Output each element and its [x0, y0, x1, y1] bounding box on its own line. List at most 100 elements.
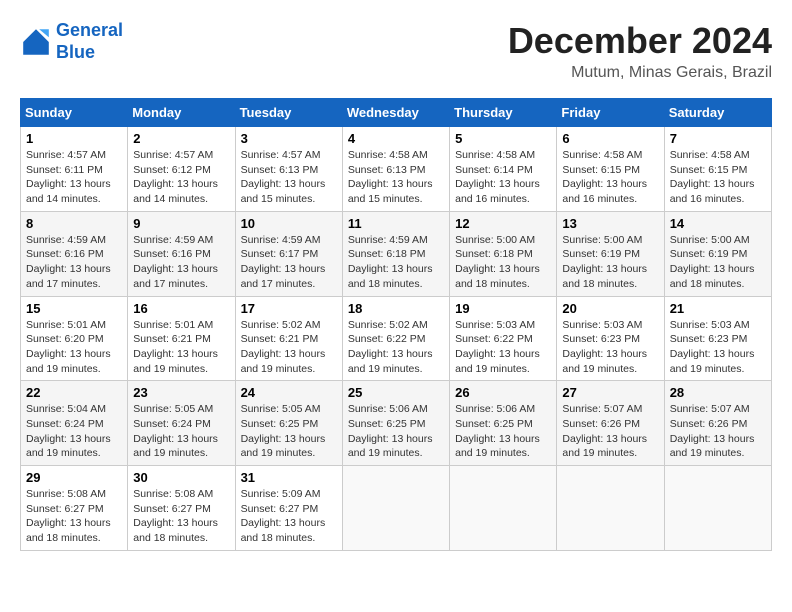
day-number: 20 — [562, 301, 658, 316]
calendar-cell: 7 Sunrise: 4:58 AM Sunset: 6:15 PM Daylig… — [664, 127, 771, 212]
day-number: 6 — [562, 131, 658, 146]
calendar-week-row: 1Sunrise: 4:57 AM Sunset: 6:11 PM Daylig… — [21, 127, 772, 212]
calendar-cell — [342, 466, 449, 551]
weekday-header-tuesday: Tuesday — [235, 99, 342, 127]
calendar-cell — [450, 466, 557, 551]
day-info: Sunrise: 4:58 AM Sunset: 6:15 PM Dayligh… — [562, 148, 658, 207]
day-number: 31 — [241, 470, 337, 485]
weekday-header-monday: Monday — [128, 99, 235, 127]
day-info: Sunrise: 5:02 AM Sunset: 6:22 PM Dayligh… — [348, 318, 444, 377]
calendar-cell: 31 Sunrise: 5:09 AM Sunset: 6:27 PM Dayli… — [235, 466, 342, 551]
calendar-cell: 3 Sunrise: 4:57 AM Sunset: 6:13 PM Daylig… — [235, 127, 342, 212]
day-number: 2 — [133, 131, 229, 146]
day-number: 10 — [241, 216, 337, 231]
calendar-cell: 24Sunrise: 5:05 AM Sunset: 6:25 PM Dayli… — [235, 381, 342, 466]
day-info: Sunrise: 5:09 AM Sunset: 6:27 PM Dayligh… — [241, 487, 337, 546]
location: Mutum, Minas Gerais, Brazil — [508, 64, 772, 82]
day-info: Sunrise: 4:59 AM Sunset: 6:18 PM Dayligh… — [348, 233, 444, 292]
calendar-cell: 17 Sunrise: 5:02 AM Sunset: 6:21 PM Dayli… — [235, 296, 342, 381]
day-info: Sunrise: 5:07 AM Sunset: 6:26 PM Dayligh… — [670, 402, 766, 461]
day-info: Sunrise: 5:00 AM Sunset: 6:18 PM Dayligh… — [455, 233, 551, 292]
logo-line2: Blue — [56, 42, 95, 62]
weekday-header-saturday: Saturday — [664, 99, 771, 127]
day-number: 4 — [348, 131, 444, 146]
day-number: 21 — [670, 301, 766, 316]
calendar-cell: 30 Sunrise: 5:08 AM Sunset: 6:27 PM Dayli… — [128, 466, 235, 551]
calendar-cell: 1Sunrise: 4:57 AM Sunset: 6:11 PM Daylig… — [21, 127, 128, 212]
calendar-cell: 14 Sunrise: 5:00 AM Sunset: 6:19 PM Dayli… — [664, 211, 771, 296]
calendar-week-row: 29 Sunrise: 5:08 AM Sunset: 6:27 PM Dayli… — [21, 466, 772, 551]
month-title: December 2024 — [508, 20, 772, 62]
calendar-cell: 22Sunrise: 5:04 AM Sunset: 6:24 PM Dayli… — [21, 381, 128, 466]
day-number: 16 — [133, 301, 229, 316]
calendar-cell: 26 Sunrise: 5:06 AM Sunset: 6:25 PM Dayli… — [450, 381, 557, 466]
calendar-cell: 25 Sunrise: 5:06 AM Sunset: 6:25 PM Dayli… — [342, 381, 449, 466]
day-number: 3 — [241, 131, 337, 146]
logo-line1: General — [56, 20, 123, 40]
day-number: 9 — [133, 216, 229, 231]
day-info: Sunrise: 5:05 AM Sunset: 6:24 PM Dayligh… — [133, 402, 229, 461]
calendar-cell: 11 Sunrise: 4:59 AM Sunset: 6:18 PM Dayli… — [342, 211, 449, 296]
calendar-week-row: 22Sunrise: 5:04 AM Sunset: 6:24 PM Dayli… — [21, 381, 772, 466]
calendar-cell: 16Sunrise: 5:01 AM Sunset: 6:21 PM Dayli… — [128, 296, 235, 381]
weekday-header-wednesday: Wednesday — [342, 99, 449, 127]
calendar-week-row: 8Sunrise: 4:59 AM Sunset: 6:16 PM Daylig… — [21, 211, 772, 296]
calendar-cell — [664, 466, 771, 551]
day-number: 15 — [26, 301, 122, 316]
day-number: 26 — [455, 385, 551, 400]
weekday-header-row: SundayMondayTuesdayWednesdayThursdayFrid… — [21, 99, 772, 127]
day-number: 19 — [455, 301, 551, 316]
title-block: December 2024 Mutum, Minas Gerais, Brazi… — [508, 20, 772, 82]
day-number: 22 — [26, 385, 122, 400]
page-header: General Blue December 2024 Mutum, Minas … — [20, 20, 772, 82]
day-number: 17 — [241, 301, 337, 316]
logo-icon — [20, 26, 52, 58]
day-number: 30 — [133, 470, 229, 485]
day-info: Sunrise: 4:58 AM Sunset: 6:13 PM Dayligh… — [348, 148, 444, 207]
calendar-cell: 13Sunrise: 5:00 AM Sunset: 6:19 PM Dayli… — [557, 211, 664, 296]
day-number: 25 — [348, 385, 444, 400]
day-number: 23 — [133, 385, 229, 400]
day-info: Sunrise: 4:58 AM Sunset: 6:14 PM Dayligh… — [455, 148, 551, 207]
calendar-cell: 27 Sunrise: 5:07 AM Sunset: 6:26 PM Dayli… — [557, 381, 664, 466]
day-number: 11 — [348, 216, 444, 231]
calendar-cell: 18 Sunrise: 5:02 AM Sunset: 6:22 PM Dayli… — [342, 296, 449, 381]
day-number: 29 — [26, 470, 122, 485]
day-info: Sunrise: 5:03 AM Sunset: 6:23 PM Dayligh… — [670, 318, 766, 377]
day-info: Sunrise: 4:59 AM Sunset: 6:17 PM Dayligh… — [241, 233, 337, 292]
calendar-cell: 10 Sunrise: 4:59 AM Sunset: 6:17 PM Dayli… — [235, 211, 342, 296]
calendar-cell: 19Sunrise: 5:03 AM Sunset: 6:22 PM Dayli… — [450, 296, 557, 381]
day-info: Sunrise: 5:07 AM Sunset: 6:26 PM Dayligh… — [562, 402, 658, 461]
day-number: 7 — [670, 131, 766, 146]
day-number: 18 — [348, 301, 444, 316]
calendar-cell: 23 Sunrise: 5:05 AM Sunset: 6:24 PM Dayli… — [128, 381, 235, 466]
logo: General Blue — [20, 20, 123, 63]
day-info: Sunrise: 5:03 AM Sunset: 6:23 PM Dayligh… — [562, 318, 658, 377]
day-info: Sunrise: 5:01 AM Sunset: 6:20 PM Dayligh… — [26, 318, 122, 377]
calendar-cell: 29 Sunrise: 5:08 AM Sunset: 6:27 PM Dayli… — [21, 466, 128, 551]
day-info: Sunrise: 5:06 AM Sunset: 6:25 PM Dayligh… — [348, 402, 444, 461]
day-info: Sunrise: 4:59 AM Sunset: 6:16 PM Dayligh… — [26, 233, 122, 292]
calendar-cell: 4 Sunrise: 4:58 AM Sunset: 6:13 PM Daylig… — [342, 127, 449, 212]
calendar-cell: 28Sunrise: 5:07 AM Sunset: 6:26 PM Dayli… — [664, 381, 771, 466]
day-info: Sunrise: 5:00 AM Sunset: 6:19 PM Dayligh… — [670, 233, 766, 292]
day-info: Sunrise: 4:59 AM Sunset: 6:16 PM Dayligh… — [133, 233, 229, 292]
day-number: 5 — [455, 131, 551, 146]
weekday-header-friday: Friday — [557, 99, 664, 127]
day-number: 12 — [455, 216, 551, 231]
day-info: Sunrise: 5:08 AM Sunset: 6:27 PM Dayligh… — [26, 487, 122, 546]
day-number: 1 — [26, 131, 122, 146]
day-info: Sunrise: 5:02 AM Sunset: 6:21 PM Dayligh… — [241, 318, 337, 377]
calendar-week-row: 15 Sunrise: 5:01 AM Sunset: 6:20 PM Dayli… — [21, 296, 772, 381]
day-info: Sunrise: 5:06 AM Sunset: 6:25 PM Dayligh… — [455, 402, 551, 461]
calendar-cell: 20 Sunrise: 5:03 AM Sunset: 6:23 PM Dayli… — [557, 296, 664, 381]
day-info: Sunrise: 4:57 AM Sunset: 6:13 PM Dayligh… — [241, 148, 337, 207]
day-number: 13 — [562, 216, 658, 231]
logo-text: General Blue — [56, 20, 123, 63]
calendar-cell: 12 Sunrise: 5:00 AM Sunset: 6:18 PM Dayli… — [450, 211, 557, 296]
day-info: Sunrise: 4:58 AM Sunset: 6:15 PM Dayligh… — [670, 148, 766, 207]
day-number: 27 — [562, 385, 658, 400]
day-number: 14 — [670, 216, 766, 231]
day-info: Sunrise: 5:08 AM Sunset: 6:27 PM Dayligh… — [133, 487, 229, 546]
calendar-cell: 9 Sunrise: 4:59 AM Sunset: 6:16 PM Daylig… — [128, 211, 235, 296]
